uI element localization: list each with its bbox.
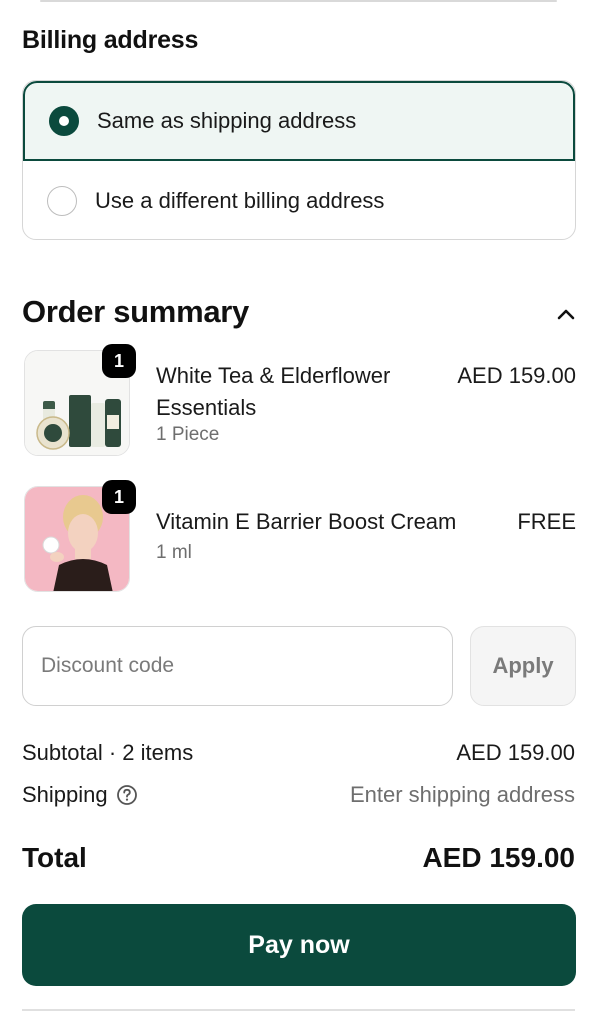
same-as-shipping-label: Same as shipping address (97, 108, 357, 133)
different-billing-option[interactable]: Use a different billing address (23, 161, 575, 239)
product-variant: 1 ml (156, 542, 192, 563)
product-variant: 1 Piece (156, 424, 220, 445)
help-icon[interactable] (116, 784, 138, 806)
same-as-shipping-option[interactable]: Same as shipping address (23, 81, 575, 161)
bottom-divider (22, 1009, 575, 1011)
discount-code-input[interactable] (22, 626, 453, 706)
shipping-row-label: Shipping (22, 782, 138, 808)
quantity-badge: 1 (102, 344, 136, 378)
shipping-value: Enter shipping address (349, 782, 575, 807)
apply-button[interactable]: Apply (470, 626, 576, 706)
product-price: AED 159.00 (457, 363, 576, 388)
chevron-up-icon[interactable] (552, 300, 580, 328)
quantity-badge: 1 (102, 480, 136, 514)
order-summary-title: Order summary (22, 294, 249, 329)
different-billing-label: Use a different billing address (95, 188, 385, 213)
radio-selected-icon[interactable] (49, 106, 79, 136)
subtotal-label: Subtotal · 2 items (22, 740, 194, 765)
top-divider (40, 0, 557, 2)
billing-address-title: Billing address (22, 26, 199, 54)
total-label: Total (22, 842, 87, 873)
total-value: AED 159.00 (422, 842, 575, 873)
billing-address-options: Same as shipping address Use a different… (22, 80, 576, 240)
shipping-label: Shipping (22, 782, 108, 807)
subtotal-value: AED 159.00 (456, 740, 575, 765)
pay-now-button[interactable]: Pay now (22, 904, 576, 986)
product-price: FREE (517, 509, 576, 534)
radio-unselected-icon[interactable] (47, 186, 77, 216)
product-name: White Tea & Elderflower Essentials (156, 363, 391, 420)
product-name: Vitamin E Barrier Boost Cream (156, 509, 457, 534)
